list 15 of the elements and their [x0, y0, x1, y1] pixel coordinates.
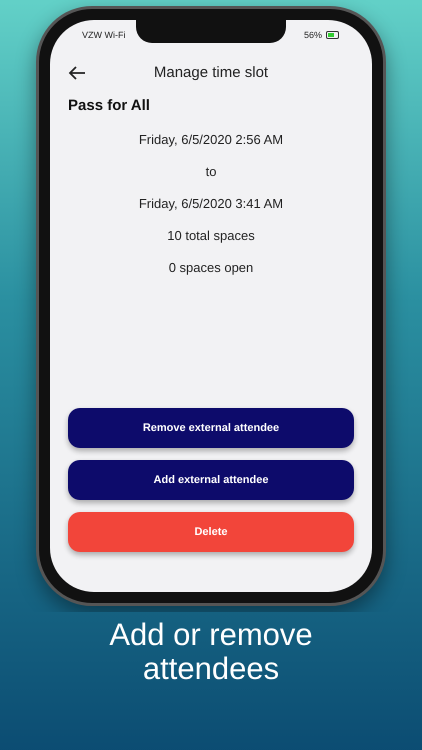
event-name: Pass for All [68, 97, 151, 114]
detail-text: 0 spaces open [168, 260, 254, 275]
battery-text: 56% [304, 30, 322, 40]
detail-text: Friday, 6/5/2020 2:56 AM [138, 132, 284, 147]
battery-icon [326, 31, 340, 39]
detail-text: Friday, 6/5/2020 3:41 AM [138, 196, 284, 211]
action-button[interactable]: Remove external attendee [68, 408, 354, 448]
caption-text: Add or remove attendees [108, 618, 314, 686]
detail-text: 10 total spaces [167, 228, 255, 243]
back-arrow-icon[interactable] [68, 64, 86, 80]
screen-title: Manage time slot [152, 64, 270, 81]
action-button[interactable]: Delete [68, 512, 354, 552]
action-button[interactable]: Add external attendee [68, 460, 354, 500]
detail-text: to [206, 164, 216, 179]
carrier-text: VZW Wi-Fi [82, 30, 126, 40]
